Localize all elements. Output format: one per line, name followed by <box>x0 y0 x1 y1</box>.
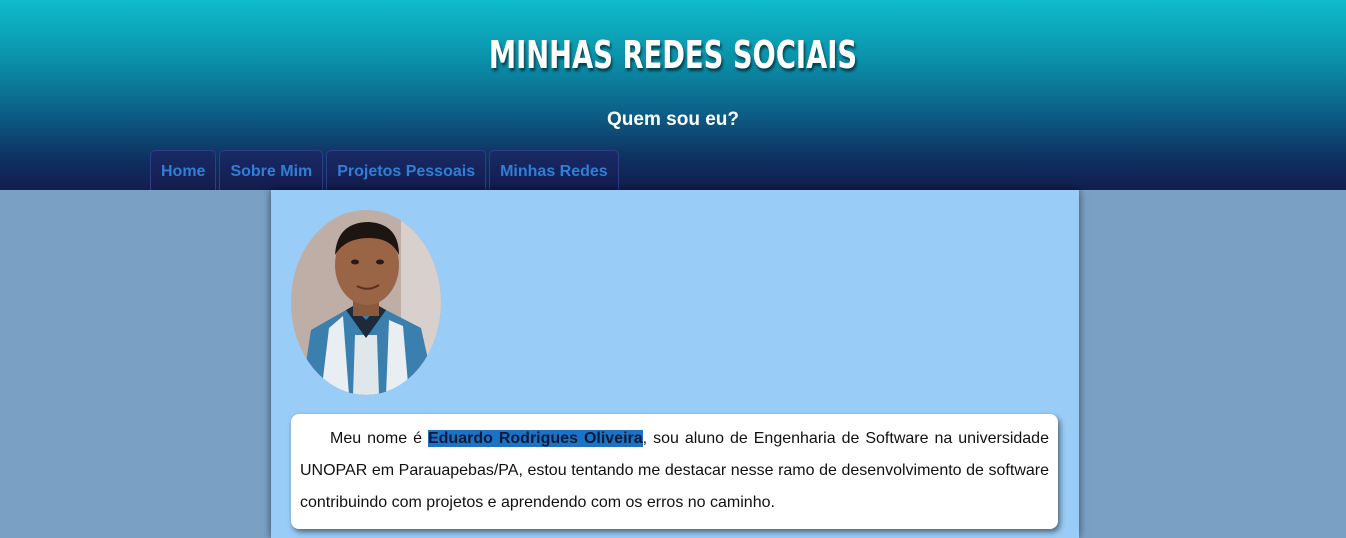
nav-tab-minhas-redes[interactable]: Minhas Redes <box>489 150 619 190</box>
nav-tab-home[interactable]: Home <box>150 150 217 190</box>
bio-text: Meu nome é Eduardo Rodrigues Oliveira, s… <box>300 423 1049 519</box>
highlighted-name: Eduardo Rodrigues Oliveira <box>427 430 643 447</box>
main-content: Meu nome é Eduardo Rodrigues Oliveira, s… <box>271 190 1079 538</box>
bio-card: Meu nome é Eduardo Rodrigues Oliveira, s… <box>291 414 1058 529</box>
page-subtitle: Quem sou eu? <box>607 109 739 130</box>
page-header: MINHAS REDES SOCIAIS Quem sou eu? Home S… <box>0 0 1346 190</box>
person-portrait-icon <box>291 210 441 395</box>
main-nav: Home Sobre Mim Projetos Pessoais Minhas … <box>150 150 619 190</box>
bio-prefix: Meu nome é <box>330 430 428 447</box>
profile-photo <box>291 210 441 395</box>
site-title: MINHAS REDES SOCIAIS <box>488 33 858 77</box>
nav-tab-projetos-pessoais[interactable]: Projetos Pessoais <box>326 150 487 190</box>
nav-tab-sobre-mim[interactable]: Sobre Mim <box>219 150 324 190</box>
